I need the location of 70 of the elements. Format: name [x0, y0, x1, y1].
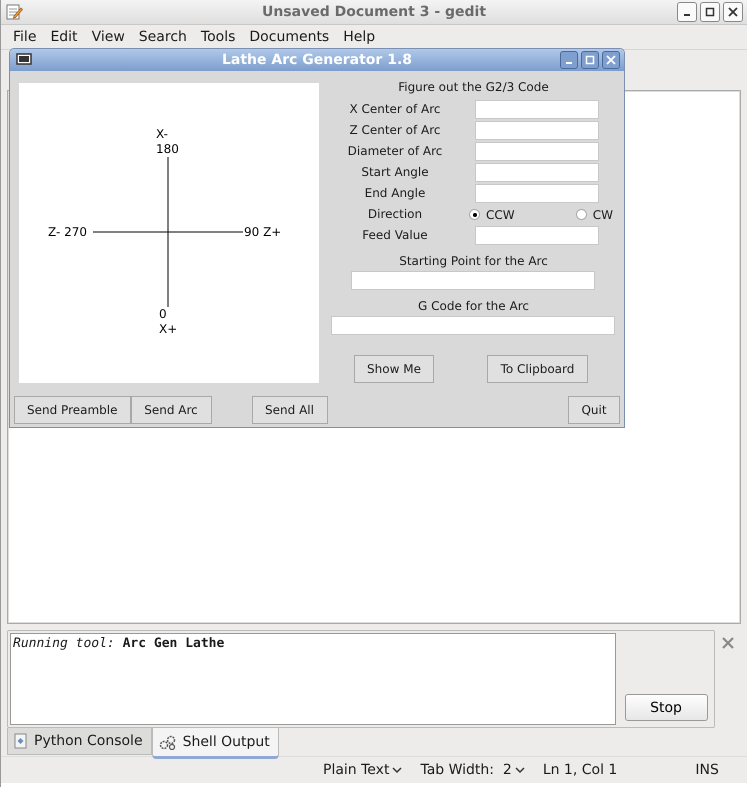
stop-button[interactable]: Stop	[624, 694, 708, 721]
shell-output: Running tool: Arc Gen Lathe	[10, 633, 616, 725]
close-button[interactable]	[723, 2, 743, 22]
menu-item[interactable]: File	[6, 29, 44, 45]
caret-icon	[392, 766, 402, 774]
window-icon	[16, 53, 32, 67]
axis-label: 180	[156, 142, 179, 157]
action-button[interactable]: Show Me	[354, 355, 434, 383]
tab-width-dropdown[interactable]: Tab Width: 2	[420, 762, 525, 778]
radio-icon[interactable]	[576, 209, 587, 220]
field-label: Diameter of Arc	[346, 143, 444, 160]
input-field[interactable]	[475, 100, 599, 119]
field-label: End Angle	[364, 185, 426, 202]
input-field[interactable]	[475, 184, 599, 203]
minimize-icon	[683, 14, 691, 16]
radio-icon[interactable]	[469, 209, 480, 220]
axis-label: 90 Z+	[244, 225, 282, 240]
field-label: Direction	[366, 206, 424, 223]
axis-label: Z- 270	[48, 225, 88, 240]
close-icon[interactable]	[722, 637, 734, 649]
dialog-button[interactable]: Send All	[252, 396, 328, 424]
input-field[interactable]	[475, 226, 599, 245]
output-field[interactable]	[351, 271, 595, 290]
document-icon	[14, 733, 28, 749]
input-field[interactable]	[475, 142, 599, 161]
action-button[interactable]: To Clipboard	[487, 355, 588, 383]
language-dropdown[interactable]: Plain Text	[323, 762, 402, 778]
form-heading: Figure out the G2/3 Code	[397, 80, 550, 96]
maximize-icon	[585, 55, 595, 65]
dialog-button[interactable]: Send Arc	[130, 396, 212, 424]
dialog-button[interactable]: Send Preamble	[14, 396, 130, 424]
panel-tab[interactable]: Shell Output	[152, 728, 279, 759]
field-label: X Center of Arc	[348, 101, 442, 118]
field-label: Z Center of Arc	[348, 122, 442, 139]
menu-item[interactable]: Edit	[43, 29, 85, 45]
caret-icon	[514, 766, 525, 774]
maximize-button[interactable]	[581, 51, 599, 69]
radio-option[interactable]: CCW	[469, 208, 515, 222]
menu-item[interactable]: Documents	[242, 29, 336, 45]
dialog-titlebar: Lathe Arc Generator 1.8	[10, 49, 624, 71]
close-button[interactable]	[602, 51, 620, 69]
panel-tab[interactable]: Python Console	[7, 728, 152, 755]
axis-label: X-	[156, 127, 169, 142]
input-field[interactable]	[475, 163, 599, 182]
window-title: Unsaved Document 3 - gedit	[262, 4, 486, 20]
dialog-button[interactable]: Quit	[568, 396, 620, 424]
insert-mode: INS	[695, 762, 719, 778]
output-field[interactable]	[331, 316, 615, 335]
radio-option[interactable]: CW	[576, 208, 613, 222]
maximize-icon	[705, 7, 715, 17]
output-label: G Code for the Arc	[417, 298, 530, 314]
cursor-position: Ln 1, Col 1	[542, 762, 618, 778]
maximize-button[interactable]	[700, 2, 720, 22]
minimize-button[interactable]	[677, 2, 697, 22]
field-label: Start Angle	[360, 164, 430, 181]
minimize-button[interactable]	[560, 51, 578, 69]
notepad-pencil-icon	[5, 3, 23, 21]
menu-item[interactable]: Tools	[194, 29, 242, 45]
close-icon	[728, 7, 738, 17]
field-label: Feed Value	[361, 227, 429, 244]
minimize-icon	[565, 62, 573, 64]
input-field[interactable]	[475, 121, 599, 140]
menu-item[interactable]: Help	[336, 29, 382, 45]
menu-item[interactable]: View	[84, 29, 132, 45]
gears-icon	[158, 734, 177, 750]
axis-label: 0	[159, 307, 168, 322]
output-label: Starting Point for the Arc	[398, 253, 549, 269]
close-icon	[606, 55, 616, 65]
axis-label: X+	[159, 322, 178, 337]
menu-item[interactable]: Search	[132, 29, 194, 45]
